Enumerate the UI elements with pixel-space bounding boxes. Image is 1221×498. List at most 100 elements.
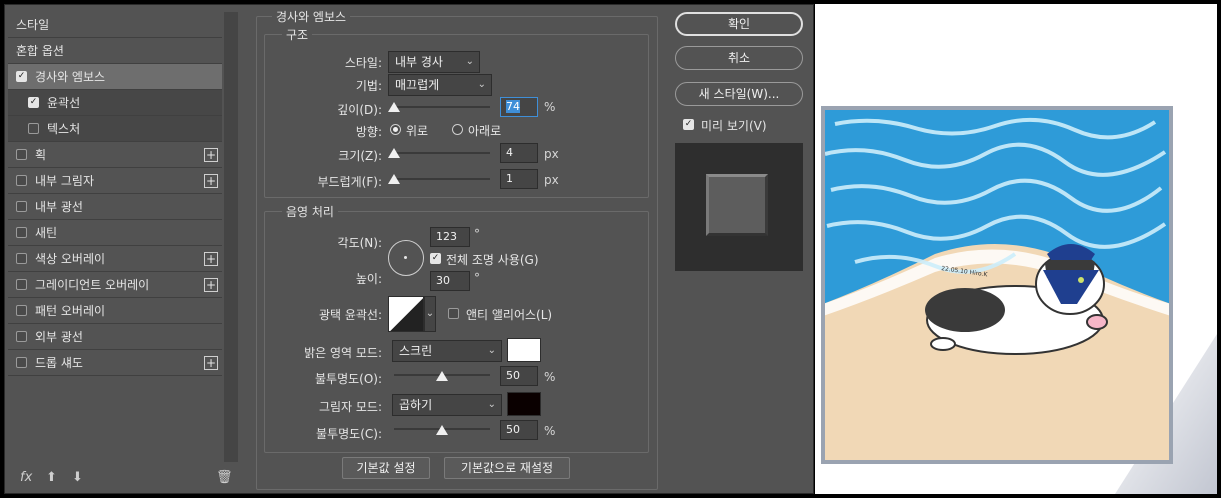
highlight-opacity-unit: % — [544, 370, 556, 384]
chevron-down-icon[interactable]: ⌄ — [424, 296, 436, 332]
cancel-button[interactable]: 취소 — [675, 46, 803, 70]
soften-label: 부드럽게(F): — [317, 175, 382, 189]
global-light-checkbox[interactable]: ✓ — [430, 253, 441, 264]
style-list-item[interactable]: 새틴 — [8, 220, 222, 246]
technique-select[interactable]: 매끄럽게 ⌄ — [388, 74, 492, 96]
size-slider-track[interactable] — [394, 152, 490, 154]
add-effect-icon[interactable]: + — [204, 252, 218, 266]
move-down-icon[interactable]: ⬇ — [72, 470, 83, 485]
style-checkbox[interactable] — [16, 253, 27, 264]
style-list-item-label: 패턴 오버레이 — [35, 304, 106, 318]
depth-slider-track[interactable] — [394, 106, 490, 108]
style-checkbox[interactable] — [16, 305, 27, 316]
style-list-item-label: 외부 광선 — [35, 330, 83, 344]
move-up-icon[interactable]: ⬆ — [46, 470, 57, 485]
highlight-opacity-knob[interactable] — [436, 371, 448, 381]
depth-slider-knob[interactable] — [388, 102, 400, 112]
style-checkbox[interactable] — [16, 279, 27, 290]
style-list-item[interactable]: ✓ 경사와 엠보스 — [8, 64, 222, 90]
style-list-item[interactable]: 스타일 — [8, 12, 222, 38]
angle-dial[interactable] — [388, 240, 424, 276]
style-list-item[interactable]: 텍스처 — [8, 116, 222, 142]
size-slider-knob[interactable] — [388, 148, 400, 158]
add-effect-icon[interactable]: + — [204, 278, 218, 292]
altitude-label: 높이: — [355, 272, 382, 286]
gloss-contour-preview[interactable] — [388, 296, 424, 332]
ok-button[interactable]: 확인 — [675, 12, 803, 36]
style-list-item-label: 경사와 엠보스 — [35, 70, 106, 84]
style-checkbox[interactable] — [16, 201, 27, 212]
anti-alias-checkbox[interactable] — [448, 308, 459, 319]
style-list-item-label: 드롭 섀도 — [35, 356, 83, 370]
add-effect-icon[interactable]: + — [204, 174, 218, 188]
direction-up-label: 위로 — [406, 124, 429, 138]
style-checkbox[interactable] — [16, 331, 27, 342]
direction-down-radio[interactable] — [452, 124, 463, 135]
style-list-item-label: 스타일 — [16, 18, 50, 32]
shadow-opacity-knob[interactable] — [436, 425, 448, 435]
style-list-item-label: 획 — [35, 148, 47, 162]
shadow-mode-label: 그림자 모드: — [318, 400, 382, 414]
style-list-item[interactable]: ✓ 윤곽선 — [8, 90, 222, 116]
style-list-item[interactable]: 획 + — [8, 142, 222, 168]
shadow-opacity-input[interactable]: 50 — [500, 420, 538, 440]
style-list-item[interactable]: 내부 광선 — [8, 194, 222, 220]
size-input[interactable]: 4 — [500, 143, 538, 163]
style-list-item[interactable]: 패턴 오버레이 — [8, 298, 222, 324]
style-checkbox[interactable] — [16, 149, 27, 160]
style-list-item[interactable]: 그레이디언트 오버레이 + — [8, 272, 222, 298]
style-checkbox[interactable]: ✓ — [28, 97, 39, 108]
style-list-item[interactable]: 색상 오버레이 + — [8, 246, 222, 272]
fx-icon[interactable]: fx — [20, 470, 32, 485]
altitude-input[interactable]: 30 — [430, 271, 470, 291]
highlight-opacity-input[interactable]: 50 — [500, 366, 538, 386]
chevron-down-icon: ⌄ — [487, 399, 496, 410]
style-list-item[interactable]: 혼합 옵션 — [8, 38, 222, 64]
chevron-down-icon: ⌄ — [477, 79, 486, 90]
make-default-button[interactable]: 기본값 설정 — [342, 457, 430, 479]
style-checkbox[interactable] — [16, 227, 27, 238]
shadow-opacity-label: 불투명도(C): — [316, 427, 382, 441]
highlight-color-swatch[interactable] — [507, 338, 541, 362]
style-list-item-label: 내부 광선 — [35, 200, 83, 214]
new-style-button[interactable]: 새 스타일(W)... — [675, 82, 803, 106]
add-effect-icon[interactable]: + — [204, 148, 218, 162]
trash-icon[interactable]: 🗑 — [216, 470, 233, 485]
structure-title: 구조 — [282, 26, 313, 43]
shadow-color-swatch[interactable] — [507, 392, 541, 416]
technique-select-value: 매끄럽게 — [395, 78, 440, 92]
soften-input[interactable]: 1 — [500, 169, 538, 189]
direction-up-radio[interactable] — [390, 124, 401, 135]
style-list-scrollbar[interactable] — [224, 12, 238, 462]
reset-default-button[interactable]: 기본값으로 재설정 — [444, 457, 570, 479]
style-checkbox[interactable] — [28, 123, 39, 134]
highlight-mode-label: 밝은 영역 모드: — [304, 346, 382, 360]
style-checkbox[interactable] — [16, 357, 27, 368]
style-list-item-label: 색상 오버레이 — [35, 252, 106, 266]
altitude-unit: ° — [474, 271, 480, 285]
chevron-down-icon: ⌄ — [465, 56, 474, 67]
depth-unit: % — [544, 100, 556, 114]
style-list-item-label: 혼합 옵션 — [16, 44, 64, 58]
style-list-item[interactable]: 내부 그림자 + — [8, 168, 222, 194]
preview-checkbox[interactable]: ✓ — [683, 119, 694, 130]
style-checkbox[interactable] — [16, 175, 27, 186]
soften-slider-knob[interactable] — [388, 174, 400, 184]
style-checkbox[interactable]: ✓ — [16, 71, 27, 82]
style-list-item[interactable]: 외부 광선 — [8, 324, 222, 350]
shadow-mode-select[interactable]: 곱하기 ⌄ — [392, 394, 502, 416]
highlight-mode-select[interactable]: 스크린 ⌄ — [392, 340, 502, 362]
style-list-item[interactable]: 드롭 섀도 + — [8, 350, 222, 376]
style-list-item-label: 텍스처 — [47, 122, 81, 136]
style-select[interactable]: 내부 경사 ⌄ — [388, 51, 480, 73]
soften-slider-track[interactable] — [394, 178, 490, 180]
shading-title: 음영 처리 — [282, 203, 338, 220]
shadow-opacity-unit: % — [544, 424, 556, 438]
style-list-item-label: 그레이디언트 오버레이 — [35, 278, 150, 292]
section-title: 경사와 엠보스 — [272, 8, 351, 25]
gloss-contour-label: 광택 윤곽선: — [318, 308, 382, 322]
depth-input[interactable]: 74 — [500, 97, 538, 117]
shadow-mode-value: 곱하기 — [399, 398, 433, 412]
add-effect-icon[interactable]: + — [204, 356, 218, 370]
angle-input[interactable]: 123 — [430, 227, 470, 247]
